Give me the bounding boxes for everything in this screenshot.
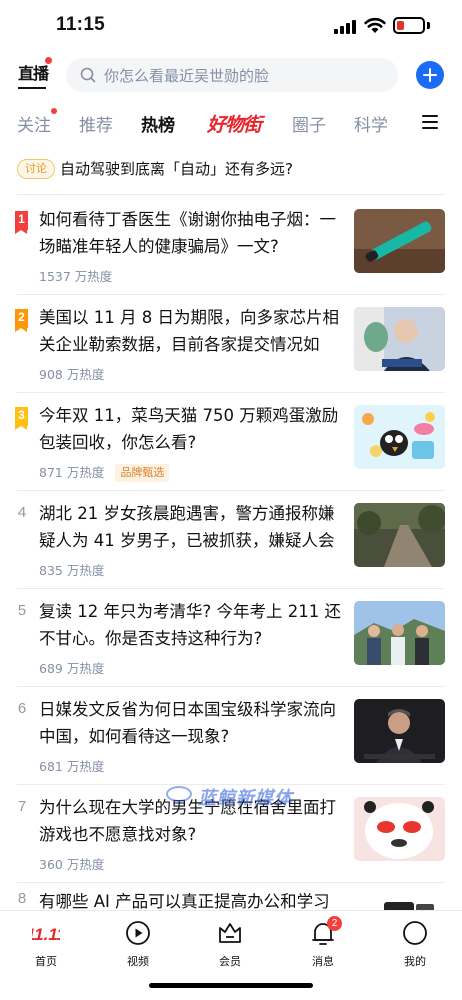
- search-input[interactable]: 你怎么看最近吴世勋的脸: [66, 58, 398, 92]
- thumbnail-group-photo: [354, 601, 445, 665]
- item-title: 为什么现在大学的男生宁愿在宿舍里面打游戏也不愿意找对象?: [39, 798, 336, 844]
- tab-follow[interactable]: 关注: [17, 108, 57, 136]
- item-title: 今年双 11，菜鸟天猫 750 万颗鸡蛋激励包装回收，你怎么看?: [39, 406, 339, 452]
- video-play-icon: [126, 921, 150, 945]
- rank-number: 8: [17, 890, 27, 907]
- channel-tabs: 关注 推荐 热榜 好物街 圈子 科学: [0, 104, 462, 140]
- nav-messages[interactable]: 2 消息: [293, 916, 353, 975]
- heat-count: 1537 万热度: [39, 269, 113, 284]
- search-placeholder: 你怎么看最近吴世勋的脸: [104, 67, 270, 85]
- rank-number: 5: [17, 602, 27, 619]
- svg-text:11.11: 11.11: [32, 925, 60, 944]
- hot-list-item[interactable]: 4 湖北 21 岁女孩晨跑遇害，警方通报称嫌疑人为 41 岁男子，已被抓获，嫌疑…: [0, 494, 462, 592]
- search-header: 直播 你怎么看最近吴世勋的脸: [0, 57, 462, 93]
- item-title: 美国以 11 月 8 日为期限，向多家芯片相关企业勒索数据，目前各家提交情况如何…: [39, 308, 339, 354]
- live-notification-dot: [45, 57, 52, 64]
- item-title: 湖北 21 岁女孩晨跑遇害，警方通报称嫌疑人为 41 岁男子，已被抓获，嫌疑人会…: [39, 504, 335, 550]
- nav-home[interactable]: 11.11 首页: [16, 919, 76, 975]
- tab-science[interactable]: 科学: [354, 111, 388, 136]
- vip-crown-icon: [219, 923, 241, 943]
- rank-badge: 1: [15, 211, 28, 234]
- cellular-signal-icon: [334, 20, 356, 34]
- item-title: 有哪些 AI 产品可以真正提高办公和学习效率?: [39, 892, 330, 910]
- watermark-logo: [166, 786, 192, 802]
- status-bar: 11:15: [0, 0, 462, 52]
- heat-count: 360 万热度: [39, 857, 105, 872]
- hot-list-item[interactable]: 6 日媒发文反省为何日本国宝级科学家流向中国，如何看待这一现象? 681 万热度: [0, 690, 462, 788]
- thumbnail-meme-image: [354, 797, 445, 861]
- hot-list-item[interactable]: 3 今年双 11，菜鸟天猫 750 万颗鸡蛋激励包装回收，你怎么看? 871 万…: [0, 396, 462, 494]
- tab-follow-dot: [51, 108, 57, 114]
- hot-list-item[interactable]: 5 复读 12 年只为考清华? 今年考上 211 还不甘心。你是否支持这种行为?…: [0, 592, 462, 690]
- thumbnail-cainiao-illustration: [354, 405, 445, 469]
- thumbnail-ai-product: [354, 896, 445, 910]
- rank-number: 7: [17, 798, 27, 815]
- thumbnail-press-photo: [354, 307, 445, 371]
- rank-badge: 3: [15, 407, 28, 430]
- wifi-icon: [364, 17, 386, 33]
- message-count-badge: 2: [327, 916, 342, 931]
- menu-icon[interactable]: [422, 114, 438, 130]
- tab-hot-list[interactable]: 热榜: [141, 111, 175, 136]
- thumbnail-scientist-photo: [354, 699, 445, 763]
- live-label: 直播: [18, 64, 49, 83]
- discussion-banner[interactable]: 讨论 自动驾驶到底离「自动」还有多远?: [17, 156, 447, 182]
- create-plus-button[interactable]: [416, 61, 444, 89]
- heat-count: 871 万热度: [39, 465, 105, 480]
- watermark-text: 蓝鲸新媒体: [198, 788, 293, 809]
- item-title: 如何看待丁香医生《谢谢你抽电子烟：一场瞄准年轻人的健康骗局》一文?: [39, 210, 336, 256]
- nav-vip[interactable]: 会员: [200, 919, 260, 975]
- discussion-badge: 讨论: [17, 159, 55, 179]
- discussion-text: 自动驾驶到底离「自动」还有多远?: [60, 160, 293, 178]
- heat-count: 689 万热度: [39, 661, 105, 676]
- status-time: 11:15: [56, 14, 106, 35]
- heat-count: 908 万热度: [39, 367, 105, 382]
- brand-pick-tag: 品牌甄选: [115, 464, 170, 482]
- thumbnail-path-scene: [354, 503, 445, 567]
- search-icon: [80, 67, 96, 83]
- rank-number: 6: [17, 700, 27, 717]
- nav-profile[interactable]: 我的: [385, 919, 445, 975]
- tab-haowujie[interactable]: 好物街: [207, 110, 262, 137]
- item-title: 日媒发文反省为何日本国宝级科学家流向中国，如何看待这一现象?: [39, 700, 336, 746]
- nav-video[interactable]: 视频: [108, 919, 168, 975]
- battery-icon: [393, 17, 425, 34]
- heat-count: 681 万热度: [39, 759, 105, 774]
- heat-count: 835 万热度: [39, 563, 105, 578]
- hot-list-item[interactable]: 8 有哪些 AI 产品可以真正提高办公和学习效率?: [0, 886, 462, 910]
- rank-number: 4: [17, 504, 27, 521]
- profile-icon: [403, 921, 427, 945]
- thumbnail-ecig-image: [354, 209, 445, 273]
- home-1111-icon: 11.11: [32, 925, 60, 944]
- tab-circles[interactable]: 圈子: [292, 111, 326, 136]
- rank-badge: 2: [15, 309, 28, 332]
- home-indicator: [149, 983, 313, 988]
- live-button[interactable]: 直播: [18, 57, 52, 90]
- item-title: 复读 12 年只为考清华? 今年考上 211 还不甘心。你是否支持这种行为?: [39, 602, 341, 648]
- tab-recommend[interactable]: 推荐: [79, 111, 113, 136]
- hot-list-item[interactable]: 1 如何看待丁香医生《谢谢你抽电子烟：一场瞄准年轻人的健康骗局》一文? 1537…: [0, 200, 462, 298]
- hot-list-item[interactable]: 2 美国以 11 月 8 日为期限，向多家芯片相关企业勒索数据，目前各家提交情况…: [0, 298, 462, 396]
